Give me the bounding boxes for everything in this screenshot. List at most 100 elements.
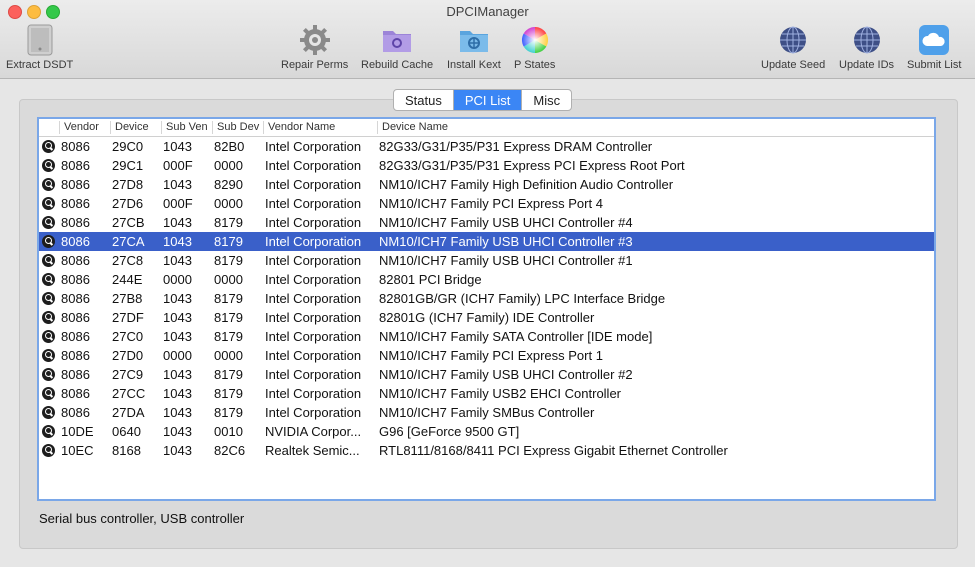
p-states-button[interactable]: P States bbox=[514, 24, 555, 71]
magnifier-icon[interactable] bbox=[42, 406, 55, 419]
column-header-device[interactable]: Device bbox=[110, 121, 161, 134]
vendor-cell: 8086 bbox=[61, 158, 90, 173]
table-row[interactable]: 8086 27C0 1043 8179 Intel Corporation NM10/IC… bbox=[39, 327, 934, 346]
table-row[interactable]: 10DE 0640 1043 0010 NVIDIA Corpor... G96 [GeF… bbox=[39, 422, 934, 441]
sub-ven-cell: 1043 bbox=[163, 424, 192, 439]
update-seed-button[interactable]: Update Seed bbox=[761, 24, 825, 71]
magnifier-icon[interactable] bbox=[42, 178, 55, 191]
table-row[interactable]: 8086 27B8 1043 8179 Intel Corporation 82801GB… bbox=[39, 289, 934, 308]
vendor-cell: 8086 bbox=[61, 310, 90, 325]
sub-ven-cell: 1043 bbox=[163, 443, 192, 458]
vendor-name-cell: Realtek Semic... bbox=[265, 443, 360, 458]
device-cell: 8168 bbox=[112, 443, 141, 458]
sub-ven-cell: 1043 bbox=[163, 253, 192, 268]
device-name-cell: 82801 PCI Bridge bbox=[379, 272, 482, 287]
magnifier-icon[interactable] bbox=[42, 387, 55, 400]
table-row[interactable]: 8086 27DA 1043 8179 Intel Corporation NM10/IC… bbox=[39, 403, 934, 422]
column-header-sub-ven[interactable]: Sub Ven bbox=[161, 121, 212, 134]
repair-perms-label: Repair Perms bbox=[281, 59, 349, 71]
magnifier-icon[interactable] bbox=[42, 235, 55, 248]
table-row[interactable]: 8086 27D0 0000 0000 Intel Corporation NM10/IC… bbox=[39, 346, 934, 365]
p-states-label: P States bbox=[514, 59, 556, 71]
update-ids-button[interactable]: Update IDs bbox=[839, 24, 894, 71]
column-header-vendor-name[interactable]: Vendor Name bbox=[263, 121, 376, 134]
extract-dsdt-label: Extract DSDT bbox=[6, 59, 74, 71]
vendor-cell: 8086 bbox=[61, 139, 90, 154]
sub-dev-cell: 8290 bbox=[214, 177, 243, 192]
device-name-cell: NM10/ICH7 Family SMBus Controller bbox=[379, 405, 595, 420]
table-row[interactable]: 8086 27DF 1043 8179 Intel Corporation 82801G … bbox=[39, 308, 934, 327]
column-header-vendor[interactable]: Vendor bbox=[59, 121, 110, 134]
pci-device-table[interactable]: Vendor Device Sub Ven Sub Dev Vendor Nam… bbox=[37, 117, 936, 501]
gear-icon bbox=[299, 24, 331, 56]
tab-status[interactable]: Status bbox=[394, 90, 454, 110]
sub-ven-cell: 1043 bbox=[163, 291, 192, 306]
vendor-name-cell: Intel Corporation bbox=[265, 310, 362, 325]
extract-dsdt-button[interactable]: Extract DSDT bbox=[6, 24, 73, 71]
update-ids-label: Update IDs bbox=[839, 59, 895, 71]
magnifier-icon[interactable] bbox=[42, 425, 55, 438]
magnifier-icon[interactable] bbox=[42, 254, 55, 267]
device-cell: 27D8 bbox=[112, 177, 144, 192]
magnifier-icon[interactable] bbox=[42, 349, 55, 362]
device-cell: 27C8 bbox=[112, 253, 144, 268]
table-row[interactable]: 8086 27C8 1043 8179 Intel Corporation NM10/IC… bbox=[39, 251, 934, 270]
column-header-sub-dev[interactable]: Sub Dev bbox=[212, 121, 263, 134]
device-cell: 27DF bbox=[112, 310, 144, 325]
table-row[interactable]: 8086 29C1 000F 0000 Intel Corporation 82G33/G… bbox=[39, 156, 934, 175]
vendor-name-cell: Intel Corporation bbox=[265, 291, 362, 306]
magnifier-icon[interactable] bbox=[42, 140, 55, 153]
sub-ven-cell: 000F bbox=[163, 196, 193, 211]
table-row[interactable]: 8086 27D6 000F 0000 Intel Corporation NM10/IC… bbox=[39, 194, 934, 213]
tab-pci-list[interactable]: PCI List bbox=[453, 90, 523, 110]
column-header-device-name[interactable]: Device Name bbox=[377, 121, 922, 134]
table-row[interactable]: 8086 29C0 1043 82B0 Intel Corporation 82G33/G… bbox=[39, 137, 934, 156]
vendor-name-cell: Intel Corporation bbox=[265, 367, 362, 382]
magnifier-icon[interactable] bbox=[42, 330, 55, 343]
magnifier-icon[interactable] bbox=[42, 368, 55, 381]
device-name-cell: NM10/ICH7 Family PCI Express Port 1 bbox=[379, 348, 603, 363]
table-row[interactable]: 8086 27C9 1043 8179 Intel Corporation NM10/IC… bbox=[39, 365, 934, 384]
magnifier-icon[interactable] bbox=[42, 216, 55, 229]
vendor-name-cell: Intel Corporation bbox=[265, 386, 362, 401]
vendor-cell: 8086 bbox=[61, 234, 90, 249]
device-cell: 27B8 bbox=[112, 291, 143, 306]
sub-ven-cell: 1043 bbox=[163, 405, 192, 420]
vendor-name-cell: NVIDIA Corpor... bbox=[265, 424, 362, 439]
vendor-cell: 8086 bbox=[61, 272, 90, 287]
submit-list-button[interactable]: Submit List bbox=[907, 24, 961, 71]
table-row[interactable]: 8086 27CA 1043 8179 Intel Corporation NM10/IC… bbox=[39, 232, 934, 251]
magnifier-icon[interactable] bbox=[42, 292, 55, 305]
device-name-cell: NM10/ICH7 Family SATA Controller [IDE mo… bbox=[379, 329, 653, 344]
sub-ven-cell: 1043 bbox=[163, 386, 192, 401]
segmented-tab-control: Status PCI List Misc bbox=[393, 89, 573, 111]
repair-perms-button[interactable]: Repair Perms bbox=[281, 24, 348, 71]
vendor-cell: 8086 bbox=[61, 348, 90, 363]
update-seed-label: Update Seed bbox=[761, 59, 826, 71]
install-kext-button[interactable]: Install Kext bbox=[447, 24, 501, 71]
vendor-name-cell: Intel Corporation bbox=[265, 405, 362, 420]
sub-ven-cell: 1043 bbox=[163, 234, 192, 249]
device-cell: 27C0 bbox=[112, 329, 144, 344]
vendor-name-cell: Intel Corporation bbox=[265, 215, 362, 230]
magnifier-icon[interactable] bbox=[42, 197, 55, 210]
magnifier-icon[interactable] bbox=[42, 159, 55, 172]
sub-dev-cell: 0000 bbox=[214, 348, 243, 363]
vendor-name-cell: Intel Corporation bbox=[265, 177, 362, 192]
vendor-name-cell: Intel Corporation bbox=[265, 253, 362, 268]
sub-ven-cell: 1043 bbox=[163, 310, 192, 325]
magnifier-icon[interactable] bbox=[42, 311, 55, 324]
table-row[interactable]: 8086 27D8 1043 8290 Intel Corporation NM10/IC… bbox=[39, 175, 934, 194]
sub-ven-cell: 1043 bbox=[163, 215, 192, 230]
device-cell: 27CC bbox=[112, 386, 146, 401]
table-row[interactable]: 8086 27CB 1043 8179 Intel Corporation NM10/IC… bbox=[39, 213, 934, 232]
device-cell: 27DA bbox=[112, 405, 145, 420]
magnifier-icon[interactable] bbox=[42, 444, 55, 457]
table-row[interactable]: 8086 244E 0000 0000 Intel Corporation 82801 P… bbox=[39, 270, 934, 289]
tab-misc[interactable]: Misc bbox=[522, 90, 571, 110]
magnifier-icon[interactable] bbox=[42, 273, 55, 286]
table-row[interactable]: 10EC 8168 1043 82C6 Realtek Semic... RTL8111/… bbox=[39, 441, 934, 460]
sub-ven-cell: 0000 bbox=[163, 348, 192, 363]
table-row[interactable]: 8086 27CC 1043 8179 Intel Corporation NM10/IC… bbox=[39, 384, 934, 403]
rebuild-cache-button[interactable]: Rebuild Cache bbox=[361, 24, 433, 71]
